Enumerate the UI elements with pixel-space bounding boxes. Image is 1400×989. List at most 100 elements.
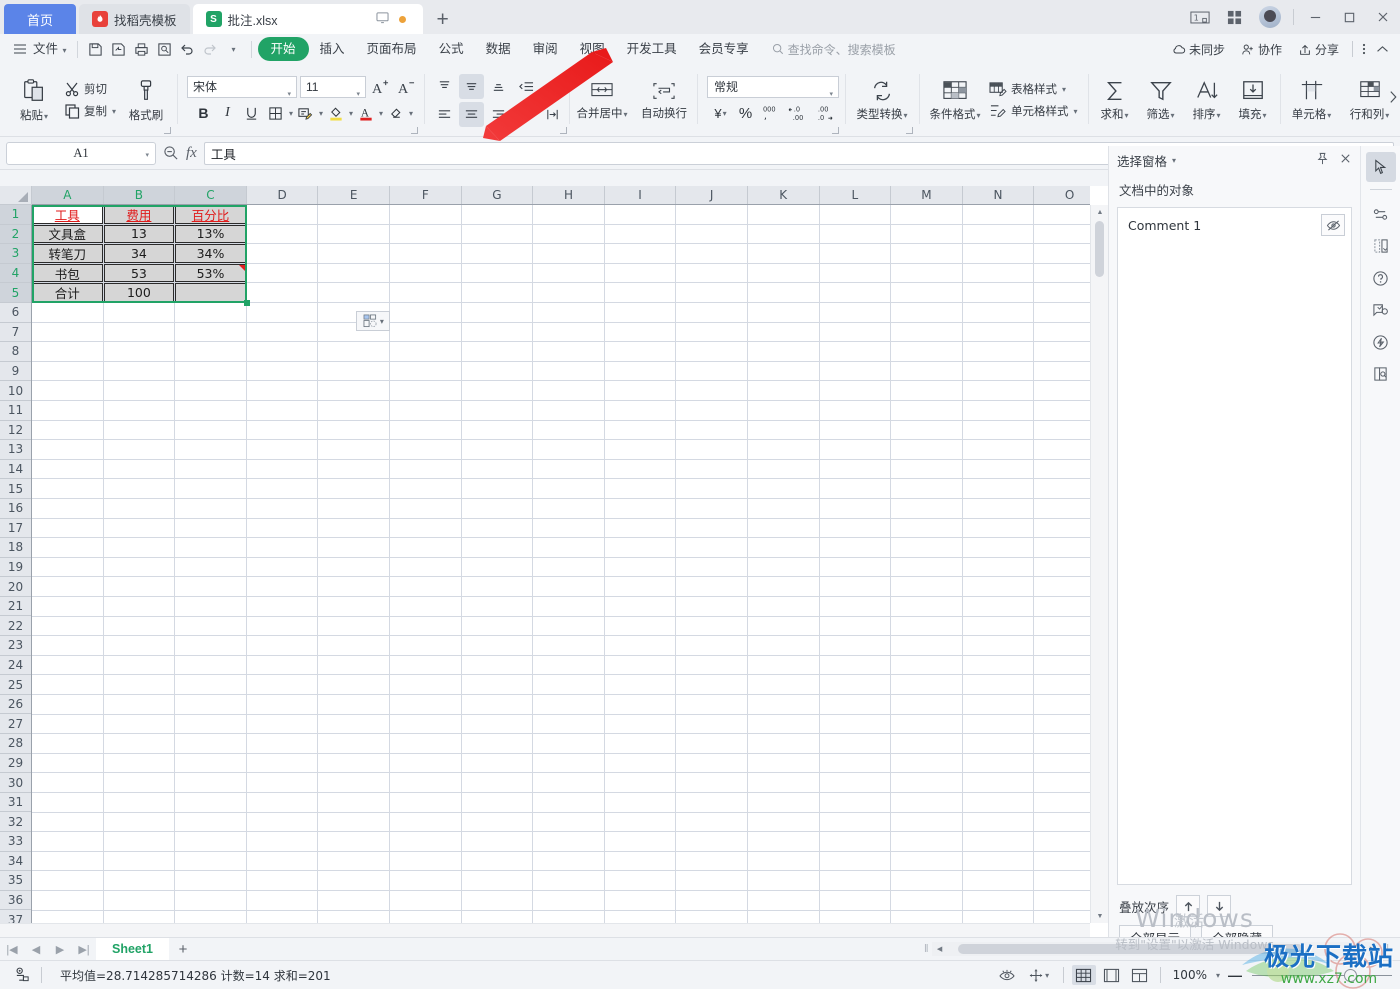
column-header-D[interactable]: D — [247, 186, 319, 204]
copy-button[interactable]: 复制 ▾ — [60, 101, 120, 121]
minimize-button[interactable] — [1298, 0, 1332, 34]
column-header-H[interactable]: H — [533, 186, 605, 204]
column-header-I[interactable]: I — [605, 186, 677, 204]
row-header-10[interactable]: 10 — [0, 381, 31, 401]
object-list-item-comment1[interactable]: Comment 1 — [1122, 212, 1347, 238]
cell-A2[interactable]: 文具盒 — [32, 224, 103, 244]
justify-button[interactable] — [513, 102, 538, 127]
save-as-icon[interactable] — [107, 38, 130, 60]
scroll-down-arrow[interactable]: ▼ — [1091, 909, 1108, 923]
row-header-19[interactable]: 19 — [0, 558, 31, 578]
cell-C2[interactable]: 13% — [175, 224, 246, 244]
fill-color-button[interactable] — [324, 102, 347, 125]
cell-area[interactable]: 工具 费用 百分比 文具盒 13 13% 转笔刀 34 34% 书包 53 53% 合计 100 ▾ — [32, 205, 1090, 923]
row-header-2[interactable]: 2 — [0, 224, 31, 245]
column-header-E[interactable]: E — [318, 186, 390, 204]
cell-A4[interactable]: 书包 — [32, 263, 103, 283]
table-style-button[interactable]: 表格样式 ▾ — [985, 79, 1082, 99]
filter-button[interactable]: 筛选▾ — [1138, 69, 1184, 131]
redo-icon[interactable] — [199, 38, 222, 60]
cell-effects-button[interactable] — [294, 102, 317, 125]
split-grip-left-icon[interactable]: ‖ — [920, 943, 932, 955]
row-header-7[interactable]: 7 — [0, 323, 31, 343]
resource-icon[interactable] — [1366, 295, 1396, 325]
row-header-17[interactable]: 17 — [0, 519, 31, 539]
column-header-C[interactable]: C — [175, 186, 247, 204]
align-bottom-button[interactable] — [486, 74, 511, 99]
conditional-format-button[interactable]: 条件格式▾ — [925, 69, 985, 131]
quick-access-more-icon[interactable]: ▾ — [222, 38, 245, 60]
bold-button[interactable]: B — [192, 102, 215, 125]
clear-format-button[interactable] — [384, 102, 407, 125]
comma-format-button[interactable]: 000, — [760, 102, 783, 124]
template-tab[interactable]: 找稻壳模板 — [79, 4, 190, 34]
tab-data[interactable]: 数据 — [475, 37, 522, 61]
merge-center-button[interactable]: 合并居中▾ — [571, 69, 633, 131]
tab-insert[interactable]: 插入 — [309, 37, 356, 61]
cell-C1[interactable]: 百分比 — [175, 205, 246, 224]
print-preview-icon[interactable] — [153, 38, 176, 60]
row-header-31[interactable]: 31 — [0, 793, 31, 813]
paste-button[interactable]: 粘贴▾ — [8, 69, 60, 131]
row-header-1[interactable]: 1 — [0, 205, 31, 225]
align-right-button[interactable] — [486, 102, 511, 127]
print-icon[interactable] — [130, 38, 153, 60]
row-header-24[interactable]: 24 — [0, 656, 31, 676]
column-header-J[interactable]: J — [676, 186, 748, 204]
tab-view[interactable]: 视图 — [569, 37, 616, 61]
column-header-B[interactable]: B — [103, 186, 176, 204]
decrease-indent-button[interactable] — [513, 74, 538, 99]
cell-C5[interactable] — [175, 283, 246, 302]
insert-function-icon[interactable]: fx — [186, 145, 197, 162]
more-options-icon[interactable] — [1359, 42, 1369, 56]
page-break-view-button[interactable] — [1128, 965, 1152, 985]
chevron-down-icon[interactable]: ▾ — [1172, 156, 1176, 165]
row-header-30[interactable]: 30 — [0, 773, 31, 793]
row-header-33[interactable]: 33 — [0, 832, 31, 852]
number-format-select[interactable]: 常规 ▾ — [707, 76, 840, 98]
select-all-corner[interactable] — [0, 186, 32, 205]
sheet-nav-prev[interactable]: ◀ — [24, 938, 48, 961]
home-tab[interactable]: 首页 — [4, 4, 76, 34]
wrap-text-button[interactable]: 自动换行 — [633, 69, 695, 131]
apps-grid-icon[interactable] — [1217, 0, 1251, 34]
name-box[interactable]: A1 ▾ — [6, 141, 156, 165]
row-header-27[interactable]: 27 — [0, 714, 31, 735]
align-middle-button[interactable] — [459, 73, 485, 99]
convert-expand-icon[interactable] — [906, 127, 914, 134]
save-icon[interactable] — [84, 38, 107, 60]
cell-A5[interactable]: 合计 — [32, 283, 103, 302]
increase-decimal-button[interactable]: .0.00 — [786, 102, 810, 124]
zoom-formula-icon[interactable] — [163, 145, 179, 161]
column-header-N[interactable]: N — [963, 186, 1035, 204]
increase-font-size-button[interactable]: A — [369, 76, 392, 99]
percent-format-button[interactable]: % — [735, 102, 757, 124]
row-header-28[interactable]: 28 — [0, 734, 31, 754]
add-sheet-button[interactable]: + — [169, 938, 197, 961]
underline-button[interactable] — [240, 102, 263, 125]
tab-page-layout[interactable]: 页面布局 — [356, 37, 428, 61]
sort-button[interactable]: 排序▾ — [1184, 69, 1230, 131]
row-header-12[interactable]: 12 — [0, 421, 31, 441]
decrease-decimal-button[interactable]: .00.0 — [813, 102, 837, 124]
column-header-K[interactable]: K — [748, 186, 820, 204]
document-tab-pizhu[interactable]: S 批注.xlsx — [192, 4, 423, 34]
eye-icon[interactable] — [995, 965, 1019, 985]
vertical-scroll-thumb[interactable] — [1095, 221, 1104, 277]
search-command-box[interactable]: 查找命令、搜索模板 — [772, 41, 896, 58]
chevron-down-icon[interactable]: ▾ — [380, 317, 384, 326]
ribbon-scroll-right-icon[interactable] — [1389, 90, 1398, 107]
cells-button[interactable]: 单元格▾ — [1284, 69, 1340, 131]
cell-B5[interactable]: 100 — [103, 283, 175, 302]
row-header-14[interactable]: 14 — [0, 460, 31, 480]
send-backward-button[interactable] — [1207, 895, 1232, 917]
row-header-13[interactable]: 13 — [0, 440, 31, 460]
sheet-nav-first[interactable]: |◀ — [0, 938, 24, 961]
sheet-nav-last[interactable]: ▶| — [72, 938, 96, 961]
normal-view-button[interactable] — [1071, 965, 1096, 985]
selection-fill-handle[interactable] — [243, 300, 250, 306]
sheet-nav-next[interactable]: ▶ — [48, 938, 72, 961]
collaborate-button[interactable]: 协作 — [1234, 41, 1289, 58]
comment-indicator-icon[interactable] — [238, 264, 245, 271]
alignment-expand-icon[interactable] — [560, 127, 568, 134]
